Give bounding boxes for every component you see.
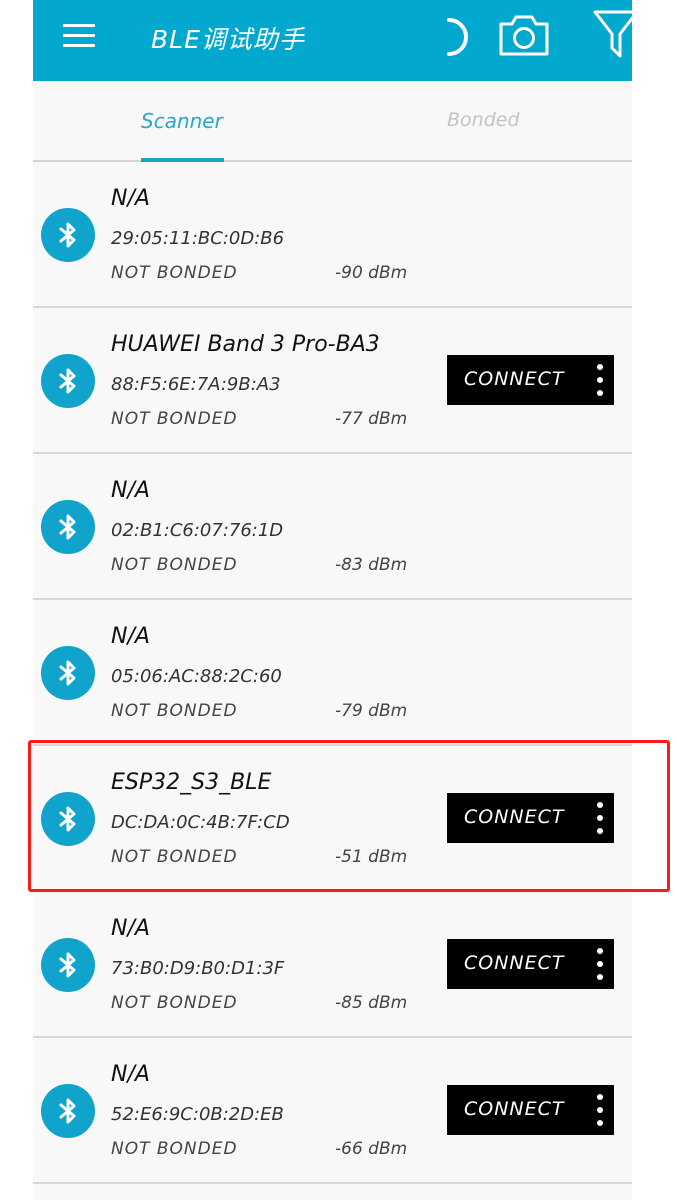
device-name: ESP32_S3_BLE	[111, 770, 272, 795]
device-bond-state: NOT BONDED	[111, 993, 238, 1013]
device-mac-address: 73:B0:D9:B0:D1:3F	[111, 958, 285, 979]
connect-button[interactable]: CONNECT	[447, 355, 614, 405]
bluetooth-icon	[41, 938, 95, 992]
device-mac-address: 29:05:11:BC:0D:B6	[111, 228, 285, 249]
device-list: N/A 29:05:11:BC:0D:B6 NOT BONDED -90 dBm…	[33, 162, 632, 1184]
device-rssi: -66 dBm	[335, 1139, 408, 1159]
bluetooth-icon	[41, 1084, 95, 1138]
bluetooth-icon	[41, 500, 95, 554]
connect-label: CONNECT	[464, 1098, 565, 1120]
menu-icon[interactable]	[63, 24, 97, 48]
device-bond-state: NOT BONDED	[111, 701, 238, 721]
device-row-4[interactable]: ESP32_S3_BLE DC:DA:0C:4B:7F:CD NOT BONDE…	[33, 746, 632, 892]
device-bond-state: NOT BONDED	[111, 263, 238, 283]
device-name: N/A	[111, 624, 150, 649]
device-rssi: -79 dBm	[335, 701, 408, 721]
device-name: N/A	[111, 916, 150, 941]
camera-icon[interactable]	[497, 12, 551, 58]
connect-button[interactable]: CONNECT	[447, 1085, 614, 1135]
device-bond-state: NOT BONDED	[111, 555, 238, 575]
app-title: BLE调试助手	[151, 25, 305, 54]
tab-bonded[interactable]: Bonded	[447, 109, 520, 131]
device-name: N/A	[111, 478, 150, 503]
device-row-3[interactable]: N/A 05:06:AC:88:2C:60 NOT BONDED -79 dBm	[33, 600, 632, 746]
device-rssi: -51 dBm	[335, 847, 408, 867]
device-bond-state: NOT BONDED	[111, 847, 238, 867]
device-mac-address: 05:06:AC:88:2C:60	[111, 666, 282, 687]
device-mac-address: 88:F5:6E:7A:9B:A3	[111, 374, 281, 395]
device-row-6[interactable]: N/A 52:E6:9C:0B:2D:EB NOT BONDED -66 dBm…	[33, 1038, 632, 1184]
bluetooth-icon	[41, 646, 95, 700]
device-bond-state: NOT BONDED	[111, 409, 238, 429]
device-mac-address: 02:B1:C6:07:76:1D	[111, 520, 284, 541]
device-mac-address: DC:DA:0C:4B:7F:CD	[111, 812, 290, 833]
device-name: N/A	[111, 1062, 150, 1087]
connect-button[interactable]: CONNECT	[447, 793, 614, 843]
device-bond-state: NOT BONDED	[111, 1139, 238, 1159]
device-name: HUAWEI Band 3 Pro-BA3	[111, 332, 380, 357]
device-row-0[interactable]: N/A 29:05:11:BC:0D:B6 NOT BONDED -90 dBm	[33, 162, 632, 308]
bluetooth-icon	[41, 792, 95, 846]
app-window: BLE调试助手 Scanner Bonded N/A 29:05:11:BC:0…	[33, 0, 639, 1200]
tab-scanner[interactable]: Scanner	[141, 109, 223, 133]
connect-button[interactable]: CONNECT	[447, 939, 614, 989]
connect-label: CONNECT	[464, 368, 565, 390]
device-row-1[interactable]: HUAWEI Band 3 Pro-BA3 88:F5:6E:7A:9B:A3 …	[33, 308, 632, 454]
loading-spinner-icon	[447, 18, 468, 56]
device-mac-address: 52:E6:9C:0B:2D:EB	[111, 1104, 284, 1125]
filter-icon[interactable]	[591, 8, 641, 60]
bluetooth-icon	[41, 354, 95, 408]
more-options-icon[interactable]	[596, 948, 604, 980]
device-rssi: -85 dBm	[335, 993, 408, 1013]
bluetooth-icon	[41, 208, 95, 262]
connect-label: CONNECT	[464, 952, 565, 974]
tab-bar: Scanner Bonded	[33, 81, 632, 162]
more-options-icon[interactable]	[596, 364, 604, 396]
device-row-2[interactable]: N/A 02:B1:C6:07:76:1D NOT BONDED -83 dBm	[33, 454, 632, 600]
device-name: N/A	[111, 186, 150, 211]
connect-label: CONNECT	[464, 806, 565, 828]
device-rssi: -83 dBm	[335, 555, 408, 575]
more-options-icon[interactable]	[596, 1094, 604, 1126]
device-rssi: -90 dBm	[335, 263, 408, 283]
device-rssi: -77 dBm	[335, 409, 408, 429]
app-bar: BLE调试助手	[33, 0, 639, 81]
more-options-icon[interactable]	[596, 802, 604, 834]
device-row-5[interactable]: N/A 73:B0:D9:B0:D1:3F NOT BONDED -85 dBm…	[33, 892, 632, 1038]
